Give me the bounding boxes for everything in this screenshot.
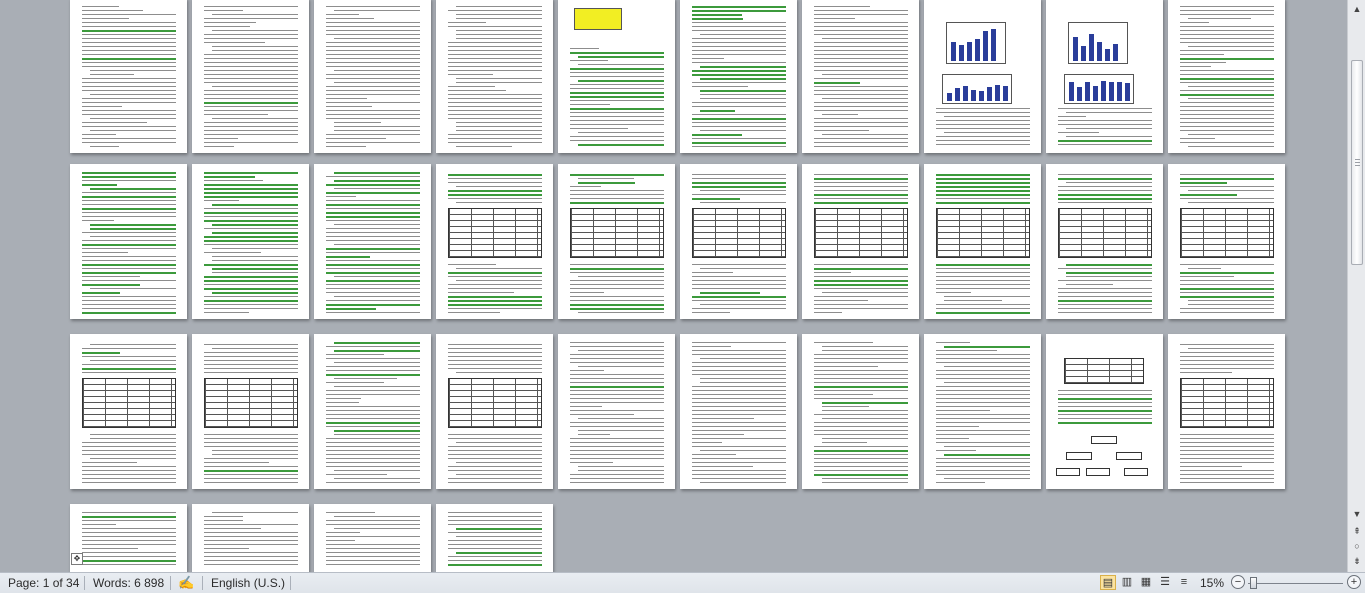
page-indicator[interactable]: Page: 1 of 34 (8, 576, 79, 590)
page-thumbnail[interactable] (802, 334, 919, 489)
minus-icon[interactable]: − (1231, 575, 1245, 589)
zoom-slider-knob[interactable] (1250, 577, 1257, 589)
plus-icon[interactable]: + (1347, 575, 1361, 589)
page-thumbnail[interactable] (436, 0, 553, 153)
prev-page-icon[interactable]: ⇞ (1350, 524, 1364, 538)
page-thumbnail[interactable] (680, 334, 797, 489)
page-thumbnail[interactable] (924, 334, 1041, 489)
next-page-icon[interactable]: ⇟ (1350, 554, 1364, 568)
page-thumbnail[interactable] (680, 0, 797, 153)
zoom-slider[interactable] (1248, 583, 1343, 584)
page-thumbnail[interactable] (70, 0, 187, 153)
page-thumbnail[interactable] (558, 0, 675, 153)
page-thumbnail[interactable] (1046, 164, 1163, 319)
page-thumbnail[interactable] (314, 164, 431, 319)
zoom-level[interactable]: 15% (1200, 576, 1224, 590)
page-thumbnail[interactable] (924, 164, 1041, 319)
arrow-down-icon[interactable]: ▼ (1350, 507, 1364, 521)
page-thumbnail[interactable] (436, 164, 553, 319)
page-thumbnail[interactable] (70, 504, 187, 572)
page-thumbnail[interactable] (192, 164, 309, 319)
vertical-scrollbar[interactable]: ▲ ▼ ⇞ ○ ⇟ (1347, 0, 1365, 572)
page-thumbnail[interactable] (436, 334, 553, 489)
outline-icon[interactable]: ☰ (1157, 575, 1173, 590)
page-thumbnail[interactable] (1046, 334, 1163, 489)
book-icon[interactable]: ▥ (1119, 575, 1135, 590)
page-thumbnail[interactable] (802, 0, 919, 153)
page-thumbnail[interactable] (314, 0, 431, 153)
page-thumbnail[interactable] (436, 504, 553, 572)
print-layout-icon[interactable]: ▤ (1100, 575, 1116, 590)
page-thumbnail[interactable] (314, 334, 431, 489)
page-thumbnail[interactable] (192, 0, 309, 153)
word-count[interactable]: Words: 6 898 (93, 576, 164, 590)
page-thumbnail[interactable] (192, 504, 309, 572)
page-thumbnail[interactable] (70, 334, 187, 489)
page-thumbnail[interactable] (924, 0, 1041, 153)
scroll-thumb[interactable] (1351, 60, 1363, 265)
page-thumbnail[interactable] (192, 334, 309, 489)
page-thumbnail[interactable] (558, 334, 675, 489)
status-bar: Page: 1 of 34 Words: 6 898 ✍ English (U.… (0, 572, 1365, 593)
language-indicator[interactable]: English (U.S.) (211, 576, 285, 590)
draft-icon[interactable]: ≡ (1176, 575, 1192, 590)
page-thumbnail[interactable] (1168, 0, 1285, 153)
web-layout-icon[interactable]: ▦ (1138, 575, 1154, 590)
spell-check-icon[interactable]: ✍ (178, 575, 194, 591)
move-handle-icon[interactable]: ✥ (71, 553, 83, 565)
page-thumbnail[interactable] (558, 164, 675, 319)
document-canvas[interactable] (0, 0, 1347, 572)
page-thumbnail[interactable] (70, 164, 187, 319)
select-browse-object-icon[interactable]: ○ (1350, 539, 1364, 553)
page-thumbnail[interactable] (1046, 0, 1163, 153)
page-thumbnail[interactable] (1168, 164, 1285, 319)
page-thumbnail[interactable] (802, 164, 919, 319)
page-thumbnail[interactable] (314, 504, 431, 572)
arrow-up-icon[interactable]: ▲ (1350, 2, 1364, 16)
page-thumbnail[interactable] (1168, 334, 1285, 489)
page-thumbnail[interactable] (680, 164, 797, 319)
